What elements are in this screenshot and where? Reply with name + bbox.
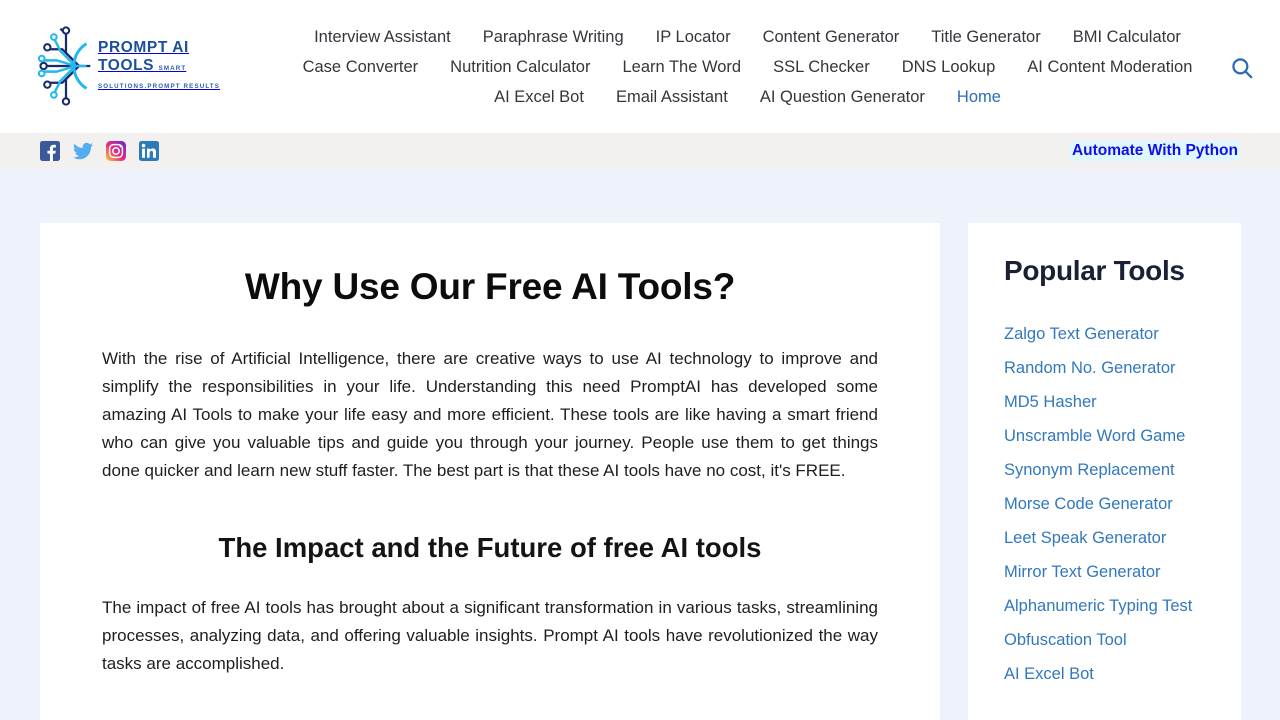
intro-paragraph: With the rise of Artificial Intelligence… xyxy=(102,349,878,481)
instagram-icon-glyph xyxy=(106,141,126,161)
sidebar-link-obfuscation-tool[interactable]: Obfuscation Tool xyxy=(1004,631,1127,649)
nav-item-ai-question-generator[interactable]: AI Question Generator xyxy=(744,82,941,112)
linkedin-icon[interactable] xyxy=(139,141,159,161)
page-title: Why Use Our Free AI Tools? xyxy=(244,266,736,307)
sidebar-link-leet-speak-generator[interactable]: Leet Speak Generator xyxy=(1004,529,1166,547)
linkedin-icon-glyph xyxy=(139,141,159,161)
site-logo[interactable]: PROMPT AI TOOLS SMART SOLUTIONS.PROMPT R… xyxy=(0,0,225,114)
sidebar-link-alphanumeric-typing-test[interactable]: Alphanumeric Typing Test xyxy=(1004,597,1192,615)
sidebar-link-mirror-text-generator[interactable]: Mirror Text Generator xyxy=(1004,563,1161,581)
sidebar-link-zalgo-text-generator[interactable]: Zalgo Text Generator xyxy=(1004,325,1159,343)
list-item: Morse Code Generator xyxy=(1004,493,1241,516)
promo-link-automate-with-python[interactable]: Automate With Python xyxy=(1069,141,1240,161)
site-header: PROMPT AI TOOLS SMART SOLUTIONS.PROMPT R… xyxy=(0,0,1280,133)
sidebar-link-unscramble-word-game[interactable]: Unscramble Word Game xyxy=(1004,427,1185,445)
list-item: Mirror Text Generator xyxy=(1004,561,1241,584)
nav-item-content-generator[interactable]: Content Generator xyxy=(747,22,916,52)
circuit-network-icon xyxy=(38,26,91,106)
section-subtitle: The Impact and the Future of free AI too… xyxy=(218,532,762,564)
nav-item-ai-excel-bot[interactable]: AI Excel Bot xyxy=(478,82,600,112)
nav-item-ip-locator[interactable]: IP Locator xyxy=(640,22,747,52)
nav-item-interview-assistant[interactable]: Interview Assistant xyxy=(298,22,467,52)
search-icon[interactable] xyxy=(1229,55,1255,81)
list-item: Leet Speak Generator xyxy=(1004,527,1241,550)
sidebar-link-ai-excel-bot[interactable]: AI Excel Bot xyxy=(1004,665,1094,683)
list-item: Obfuscation Tool xyxy=(1004,629,1241,652)
list-item: Unscramble Word Game xyxy=(1004,425,1241,448)
sidebar-link-synonym-replacement[interactable]: Synonym Replacement xyxy=(1004,461,1175,479)
nav-item-home[interactable]: Home xyxy=(941,82,1017,112)
nav-item-ssl-checker[interactable]: SSL Checker xyxy=(757,52,886,82)
nav-item-case-converter[interactable]: Case Converter xyxy=(287,52,435,82)
impact-paragraph: The impact of free AI tools has brought … xyxy=(102,597,878,673)
twitter-icon-glyph xyxy=(73,142,93,160)
page-body: Why Use Our Free AI Tools? With the rise… xyxy=(0,169,1280,720)
social-bar: Automate With Python xyxy=(0,133,1280,169)
instagram-icon[interactable] xyxy=(106,141,126,161)
list-item: Zalgo Text Generator xyxy=(1004,323,1241,346)
nav-item-learn-the-word[interactable]: Learn The Word xyxy=(606,52,757,82)
twitter-icon[interactable] xyxy=(73,141,93,161)
sidebar-title: Popular Tools xyxy=(1004,255,1185,286)
list-item: Random No. Generator xyxy=(1004,357,1241,380)
nav-row: Interview Assistant Paraphrase Writing IP … xyxy=(225,22,1270,52)
list-item: Alphanumeric Typing Test xyxy=(1004,595,1241,618)
nav-item-ai-content-moderation[interactable]: AI Content Moderation xyxy=(1011,52,1208,82)
main-content-card: Why Use Our Free AI Tools? With the rise… xyxy=(40,223,940,720)
nav-row: Case Converter Nutrition Calculator Learn … xyxy=(225,52,1270,82)
nav-item-nutrition-calculator[interactable]: Nutrition Calculator xyxy=(434,52,606,82)
sidebar-link-morse-code-generator[interactable]: Morse Code Generator xyxy=(1004,495,1173,513)
facebook-icon[interactable] xyxy=(40,141,60,161)
social-icon-list xyxy=(40,141,159,161)
list-item: MD5 Hasher xyxy=(1004,391,1241,414)
nav-row: AI Excel Bot Email Assistant AI Question G… xyxy=(225,82,1270,112)
search-glyph xyxy=(1232,58,1253,79)
list-item: Synonym Replacement xyxy=(1004,459,1241,482)
sidebar-link-list: Zalgo Text Generator Random No. Generator… xyxy=(1004,323,1241,686)
sidebar-link-md5-hasher[interactable]: MD5 Hasher xyxy=(1004,393,1097,411)
nav-item-bmi-calculator[interactable]: BMI Calculator xyxy=(1057,22,1197,52)
nav-item-paraphrase-writing[interactable]: Paraphrase Writing xyxy=(467,22,640,52)
sidebar-link-random-no-generator[interactable]: Random No. Generator xyxy=(1004,359,1176,377)
nav-item-dns-lookup[interactable]: DNS Lookup xyxy=(886,52,1012,82)
popular-tools-sidebar: Popular Tools Zalgo Text Generator Random… xyxy=(968,223,1241,720)
list-item: AI Excel Bot xyxy=(1004,663,1241,686)
facebook-icon-glyph xyxy=(40,141,60,161)
nav-item-email-assistant[interactable]: Email Assistant xyxy=(600,82,744,112)
primary-navigation: Interview Assistant Paraphrase Writing IP … xyxy=(225,0,1280,112)
nav-item-title-generator[interactable]: Title Generator xyxy=(915,22,1056,52)
